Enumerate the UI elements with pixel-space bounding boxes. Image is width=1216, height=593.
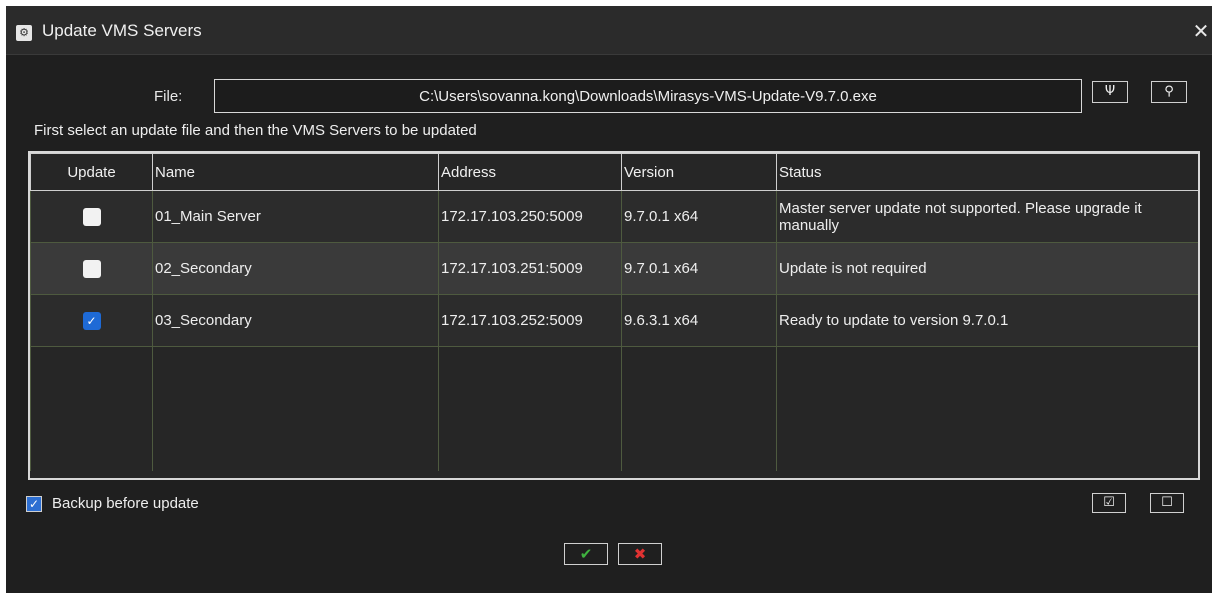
empty-cell [776,346,1198,471]
table-row[interactable]: 01_Main Server 172.17.103.250:5009 9.7.0… [30,190,1198,243]
search-icon: ⚲ [1164,84,1174,99]
table-row[interactable]: 02_Secondary 172.17.103.251:5009 9.7.0.1… [30,242,1198,295]
update-cell [30,242,153,295]
column-header-name[interactable]: Name [152,153,439,191]
address-cell: 172.17.103.250:5009 [438,190,622,243]
gears-icon: ⚙ [16,25,32,41]
backup-checkbox[interactable]: ✓ [26,496,42,512]
close-icon[interactable]: ✕ [1190,20,1212,42]
address-cell: 172.17.103.252:5009 [438,294,622,347]
clear-all-button[interactable]: ☐ [1150,493,1184,513]
dialog-title: Update VMS Servers [42,21,202,40]
instruction-text: First select an update file and then the… [34,122,477,139]
empty-cell [621,346,777,471]
uncheck-all-icon: ☐ [1161,495,1173,510]
empty-cell [152,346,439,471]
update-checkbox[interactable] [82,207,101,226]
version-cell: 9.6.3.1 x64 [621,294,777,347]
column-header-version[interactable]: Version [621,153,777,191]
ok-button[interactable]: ✔ [564,543,608,565]
update-cell: ✓ [30,294,153,347]
column-header-status[interactable]: Status [776,153,1198,191]
tools-button[interactable]: Ψ [1092,81,1128,103]
grid-header-row: Update Name Address Version Status [30,153,1198,191]
version-cell: 9.7.0.1 x64 [621,190,777,243]
empty-cell [30,346,153,471]
select-all-button[interactable]: ☑ [1092,493,1126,513]
file-label: File: [154,88,183,105]
column-header-update[interactable]: Update [30,153,153,191]
servers-grid: Update Name Address Version Status 01_Ma… [28,151,1200,480]
file-path-input[interactable] [214,79,1082,113]
address-cell: 172.17.103.251:5009 [438,242,622,295]
status-cell: Master server update not supported. Plea… [776,190,1198,243]
status-cell: Update is not required [776,242,1198,295]
name-cell: 03_Secondary [152,294,439,347]
status-cell: Ready to update to version 9.7.0.1 [776,294,1198,347]
update-cell [30,190,153,243]
name-cell: 02_Secondary [152,242,439,295]
update-checkbox[interactable]: ✓ [82,311,101,330]
browse-button[interactable]: ⚲ [1151,81,1187,103]
checkmark-icon: ✔ [579,545,593,563]
title-bar: ⚙ Update VMS Servers ✕ [6,6,1212,55]
empty-grid-area [30,346,1198,471]
check-all-icon: ☑ [1103,495,1115,510]
backup-label: Backup before update [52,495,199,512]
update-vms-servers-dialog: ⚙ Update VMS Servers ✕ File: Ψ ⚲ First s… [6,6,1212,593]
column-header-address[interactable]: Address [438,153,622,191]
update-checkbox[interactable] [82,259,101,278]
cancel-button[interactable]: ✖ [618,543,662,565]
empty-cell [438,346,622,471]
version-cell: 9.7.0.1 x64 [621,242,777,295]
name-cell: 01_Main Server [152,190,439,243]
cross-icon: ✖ [633,545,647,563]
tools-icon: Ψ [1104,84,1116,99]
table-row[interactable]: ✓ 03_Secondary 172.17.103.252:5009 9.6.3… [30,294,1198,347]
